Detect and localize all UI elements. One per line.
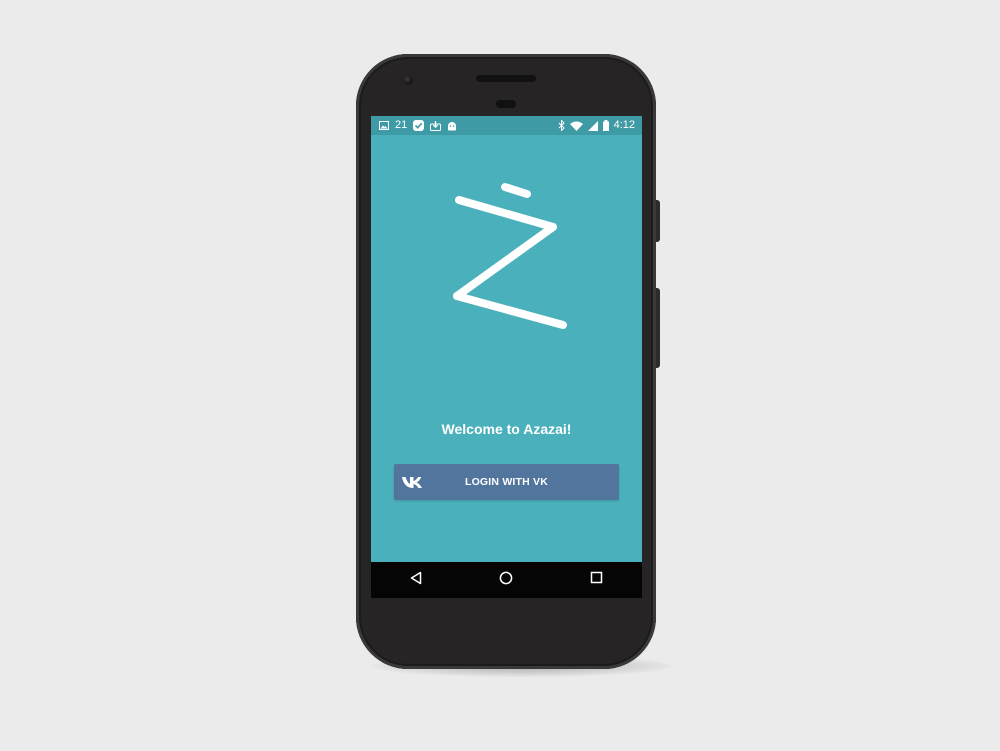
back-icon: [409, 571, 423, 590]
nav-home-button[interactable]: [486, 565, 526, 595]
bluetooth-icon: [558, 120, 565, 131]
login-button-label: LOGIN WITH VK: [464, 476, 549, 488]
vk-icon: [394, 475, 434, 489]
status-bar-notifications: 21: [371, 116, 457, 135]
image-icon: [379, 121, 389, 130]
welcome-heading: Welcome to Azazai!: [441, 421, 572, 437]
proximity-sensor: [496, 100, 516, 108]
android-nav-bar: [371, 562, 642, 598]
download-icon: [430, 120, 442, 131]
login-with-vk-button[interactable]: LOGIN WITH VK: [394, 464, 619, 500]
status-bar-system: 4:12: [558, 116, 642, 135]
front-camera: [403, 75, 413, 85]
notification-count: 21: [395, 119, 408, 131]
nav-back-button[interactable]: [396, 565, 436, 595]
status-time: 4:12: [613, 119, 635, 131]
azazai-logo: [451, 182, 571, 337]
signal-icon: [587, 120, 598, 131]
nav-recents-button[interactable]: [577, 565, 617, 595]
home-icon: [499, 571, 513, 590]
earpiece-speaker: [476, 75, 536, 82]
mockup-scene: 21 4:12 Welcome to Azazai! LOGIN WITH VK: [0, 0, 1000, 751]
check-icon: [413, 120, 425, 131]
phone-screen: 21 4:12 Welcome to Azazai! LOGIN WITH VK: [371, 116, 642, 598]
wifi-icon: [569, 121, 583, 131]
battery-icon: [602, 120, 609, 131]
android-icon: [447, 121, 457, 131]
recents-icon: [590, 571, 603, 589]
status-bar: 21 4:12: [371, 116, 642, 135]
